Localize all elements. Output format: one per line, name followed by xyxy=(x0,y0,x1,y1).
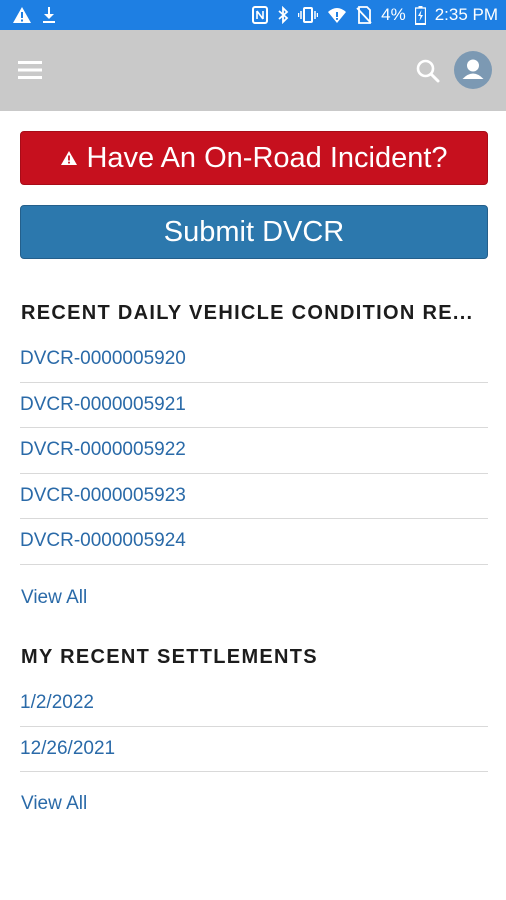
hamburger-menu-icon[interactable] xyxy=(18,59,42,81)
on-road-incident-button[interactable]: Have An On-Road Incident? xyxy=(20,131,488,185)
status-bar-left xyxy=(12,6,56,24)
list-item[interactable]: DVCR-0000005921 xyxy=(20,383,488,428)
list-item[interactable]: 12/26/2021 xyxy=(20,727,488,772)
dvcr-section-title: RECENT DAILY VEHICLE CONDITION RE... xyxy=(21,302,474,324)
wifi-icon xyxy=(327,6,347,24)
list-item[interactable]: DVCR-0000005923 xyxy=(20,474,488,519)
list-item[interactable]: DVCR-0000005922 xyxy=(20,428,488,474)
no-sim-icon xyxy=(356,6,372,24)
list-item[interactable]: DVCR-0000005920 xyxy=(20,337,488,383)
avatar-icon[interactable] xyxy=(454,51,492,89)
dvcr-list: DVCR-0000005920 DVCR-0000005921 DVCR-000… xyxy=(20,337,488,565)
list-item[interactable]: DVCR-0000005924 xyxy=(20,519,488,565)
download-icon xyxy=(42,6,56,24)
settlement-link[interactable]: 1/2/2022 xyxy=(20,692,94,714)
status-bar-right: 4% 2:35 PM xyxy=(252,5,498,25)
settlement-link[interactable]: 12/26/2021 xyxy=(20,738,115,760)
clock-time: 2:35 PM xyxy=(434,5,498,24)
warning-icon xyxy=(60,150,78,166)
settlements-list: 1/2/2022 12/26/2021 xyxy=(20,681,488,772)
settlements-section-title: MY RECENT SETTLEMENTS xyxy=(21,646,318,668)
dvcr-link[interactable]: DVCR-0000005921 xyxy=(20,394,186,416)
search-icon[interactable] xyxy=(415,58,441,84)
bluetooth-icon xyxy=(277,6,289,24)
list-item[interactable]: 1/2/2022 xyxy=(20,681,488,727)
battery-charging-icon xyxy=(414,5,426,25)
dvcr-link[interactable]: DVCR-0000005923 xyxy=(20,485,186,507)
nfc-icon xyxy=(252,6,269,24)
dvcr-link[interactable]: DVCR-0000005920 xyxy=(20,348,186,370)
submit-dvcr-button[interactable]: Submit DVCR xyxy=(20,205,488,259)
app-bar xyxy=(0,30,506,111)
settlements-view-all-link[interactable]: View All xyxy=(21,793,87,815)
dvcr-view-all-link[interactable]: View All xyxy=(21,587,87,609)
battery-percentage: 4% xyxy=(381,5,406,24)
dvcr-link[interactable]: DVCR-0000005924 xyxy=(20,530,186,552)
status-bar: 4% 2:35 PM xyxy=(0,0,506,30)
submit-dvcr-label: Submit DVCR xyxy=(163,215,345,248)
warning-icon xyxy=(12,6,32,24)
dvcr-link[interactable]: DVCR-0000005922 xyxy=(20,439,186,461)
on-road-incident-label: Have An On-Road Incident? xyxy=(86,141,448,174)
vibrate-icon xyxy=(298,6,319,24)
